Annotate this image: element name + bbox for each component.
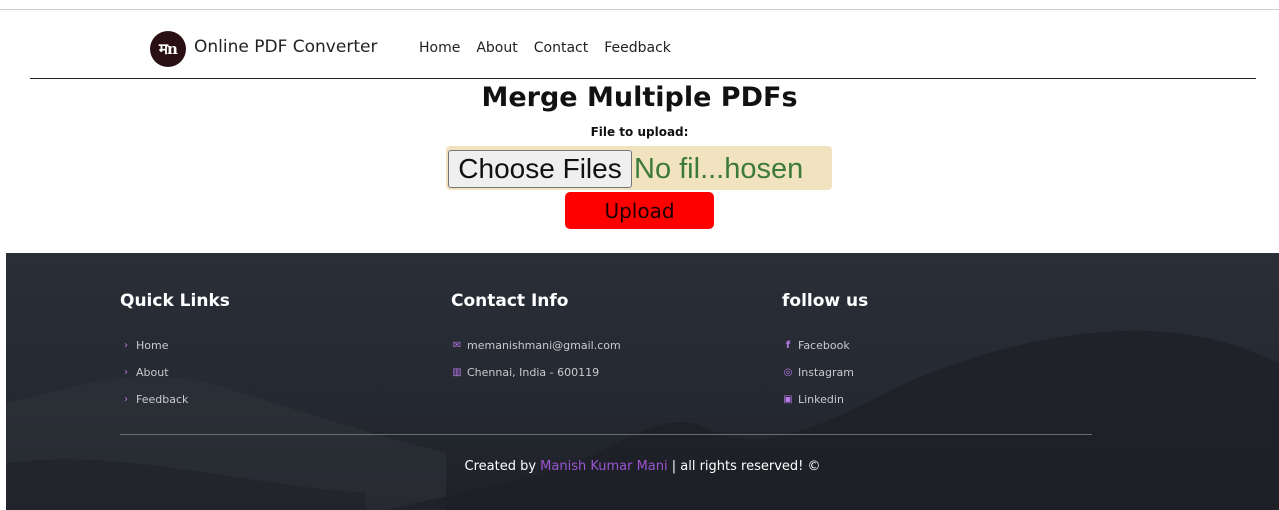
main-nav: Home About Contact Feedback: [419, 40, 687, 56]
contact-address: ▥ Chennai, India - 600119: [452, 366, 600, 379]
quick-links-list: › Home › About › Feedback: [120, 332, 188, 413]
chevron-right-icon: ›: [124, 394, 128, 405]
linkedin-icon: ▣: [783, 394, 793, 405]
follow-us-list: f Facebook ◎ Instagram ▣ Linkedin: [782, 332, 854, 413]
nav-contact[interactable]: Contact: [534, 40, 588, 56]
envelope-icon: ✉: [452, 340, 462, 351]
choose-files-button[interactable]: Choose Files: [448, 150, 632, 188]
navbar: मn Online PDF Converter Home About Conta…: [0, 10, 1279, 78]
social-facebook[interactable]: f Facebook: [782, 332, 854, 359]
footer-link-about[interactable]: › About: [120, 359, 188, 386]
file-status-text: No fil...hosen: [634, 152, 804, 185]
nav-divider: [30, 78, 1256, 79]
social-linkedin[interactable]: ▣ Linkedin: [782, 386, 854, 413]
footer-link-feedback[interactable]: › Feedback: [120, 386, 188, 413]
page-title: Merge Multiple PDFs: [481, 82, 798, 113]
chevron-right-icon: ›: [124, 340, 128, 351]
facebook-icon: f: [785, 340, 791, 351]
social-instagram[interactable]: ◎ Instagram: [782, 359, 854, 386]
map-icon: ▥: [452, 367, 462, 378]
nav-feedback[interactable]: Feedback: [604, 40, 671, 56]
upload-label: File to upload:: [590, 125, 689, 139]
brand-name[interactable]: Online PDF Converter: [194, 37, 377, 57]
instagram-icon: ◎: [783, 367, 793, 378]
footer-credit: Created by Manish Kumar Mani | all right…: [464, 459, 821, 474]
contact-info-title: Contact Info: [451, 291, 569, 311]
upload-button[interactable]: Upload: [565, 192, 714, 229]
footer: Quick Links › Home › About › Feedback Conta…: [6, 253, 1279, 510]
contact-email[interactable]: ✉ memanishmani@gmail.com: [451, 332, 621, 359]
nav-home[interactable]: Home: [419, 40, 460, 56]
contact-info-list: ✉ memanishmani@gmail.com ▥ Chennai, India …: [451, 332, 621, 386]
author-link[interactable]: Manish Kumar Mani: [540, 459, 667, 474]
footer-divider: [120, 434, 1092, 435]
follow-us-title: follow us: [782, 291, 869, 311]
nav-about[interactable]: About: [476, 40, 517, 56]
footer-link-home[interactable]: › Home: [120, 332, 188, 359]
quick-links-title: Quick Links: [120, 291, 230, 311]
logo-icon[interactable]: मn: [150, 31, 186, 67]
chevron-right-icon: ›: [124, 367, 128, 378]
file-input[interactable]: Choose Files No fil...hosen: [446, 146, 832, 190]
